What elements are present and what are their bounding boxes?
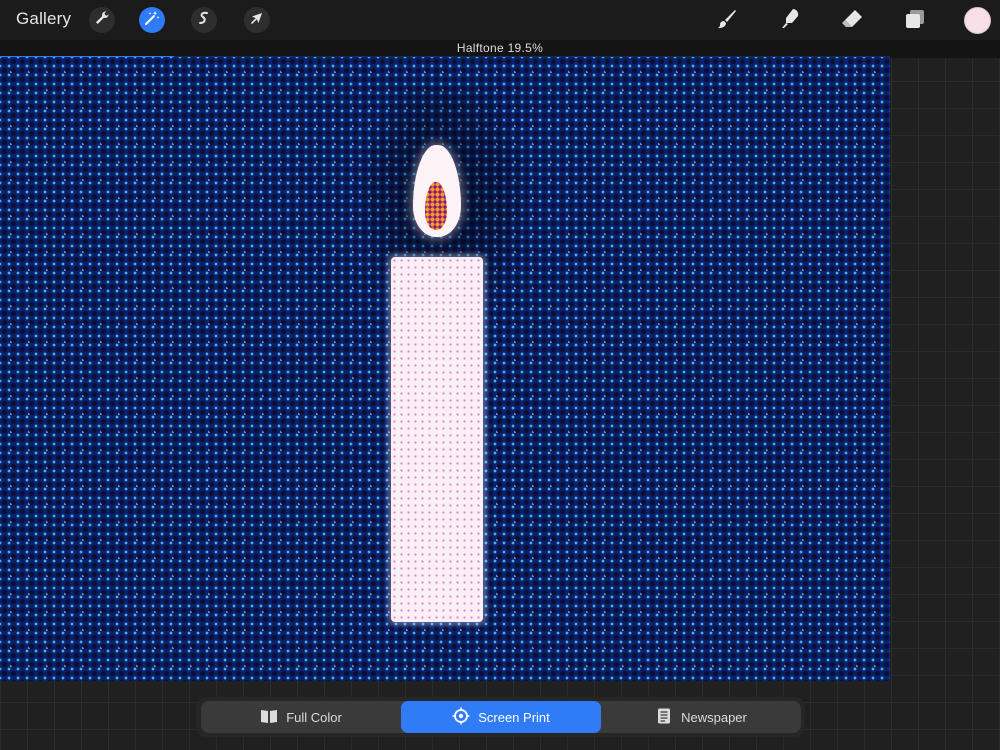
halftone-mode-segments: Full Color Screen Print Newspaper — [201, 701, 801, 733]
actions-button[interactable] — [89, 7, 115, 33]
mode-screen-print-label: Screen Print — [478, 709, 550, 725]
adjustments-button[interactable] — [139, 7, 165, 33]
mode-full-color[interactable]: Full Color — [201, 701, 401, 733]
flame-core — [425, 182, 447, 230]
smudge-button[interactable] — [777, 8, 803, 34]
gallery-button[interactable]: Gallery — [16, 9, 71, 29]
selection-s-icon — [196, 10, 212, 31]
layers-icon — [903, 7, 927, 36]
mode-newspaper[interactable]: Newspaper — [601, 701, 801, 733]
eraser-button[interactable] — [839, 8, 865, 34]
halftone-status-label: Halftone 19.5% — [456, 41, 544, 55]
top-toolbar: Gallery — [0, 0, 1000, 40]
current-color-swatch[interactable] — [964, 7, 991, 34]
brush-icon — [715, 7, 739, 36]
target-icon — [452, 707, 470, 728]
wrench-icon — [94, 10, 110, 31]
selection-button[interactable] — [191, 7, 217, 33]
drawing-canvas[interactable] — [0, 57, 890, 681]
magic-wand-icon — [144, 10, 160, 31]
layers-button[interactable] — [902, 8, 928, 34]
candle-body — [391, 257, 483, 622]
newspaper-icon — [655, 707, 673, 728]
mode-screen-print[interactable]: Screen Print — [401, 701, 601, 733]
transform-button[interactable] — [244, 7, 270, 33]
cursor-arrow-icon — [249, 10, 265, 31]
mode-newspaper-label: Newspaper — [681, 709, 747, 725]
mode-full-color-label: Full Color — [286, 709, 342, 725]
book-open-icon — [260, 707, 278, 728]
eraser-icon — [840, 7, 864, 36]
smudge-icon — [778, 7, 802, 36]
brush-button[interactable] — [714, 8, 740, 34]
